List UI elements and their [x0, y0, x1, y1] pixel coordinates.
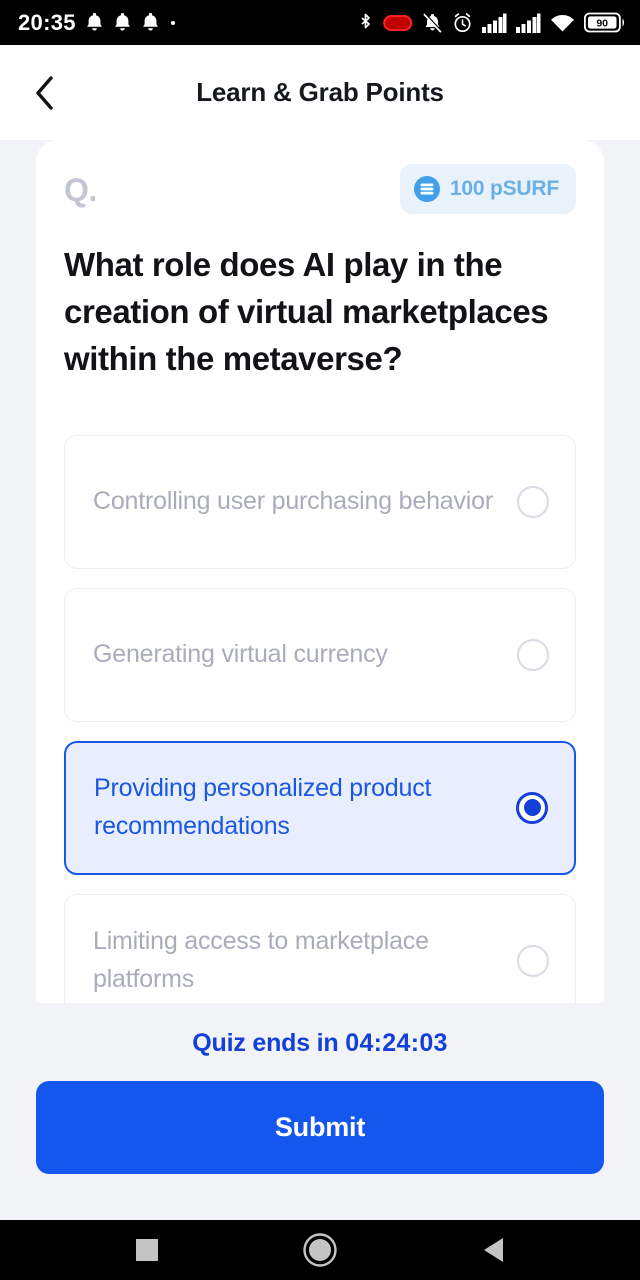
alarm-icon: [454, 12, 471, 32]
option-label: Generating virtual currency: [93, 639, 388, 668]
signal-bars-icon: [516, 13, 541, 33]
radio-button[interactable]: [517, 485, 549, 518]
quiz-footer: Quiz ends in 04:24:03 Submit: [0, 1003, 640, 1220]
status-bar-right: 90: [357, 12, 626, 34]
status-clock: 20:35: [18, 9, 76, 35]
quiz-card: Q. 100 pSURF What role does AI play in t…: [36, 140, 604, 1003]
bell-icon: [142, 13, 158, 31]
quiz-timer: Quiz ends in 04:24:03: [192, 1029, 447, 1058]
dot-icon: [170, 20, 175, 25]
quiz-card-header: Q. 100 pSURF: [64, 140, 576, 214]
option-label: Limiting access to marketplace platforms: [93, 927, 429, 993]
radio-button-checked[interactable]: [516, 791, 548, 824]
bell-icon: [86, 13, 102, 31]
status-bar-left: 20:35: [18, 10, 177, 36]
option-item[interactable]: Generating virtual currency: [64, 587, 576, 722]
options-list: Controlling user purchasing behavior Gen…: [64, 434, 576, 1003]
wifi-icon: [551, 14, 574, 32]
battery-icon: 90: [584, 12, 624, 33]
option-item[interactable]: Limiting access to marketplace platforms: [64, 893, 576, 1003]
status-bar: 20:35 90: [0, 0, 640, 45]
question-text: What role does AI play in the creation o…: [64, 246, 549, 377]
recents-button[interactable]: [117, 1220, 177, 1280]
radio-button[interactable]: [517, 944, 549, 977]
submit-button[interactable]: Submit: [36, 1081, 604, 1174]
bell-muted-icon: [423, 12, 443, 33]
svg-text:90: 90: [596, 17, 608, 29]
circle-icon: [303, 1233, 337, 1267]
square-icon: [135, 1239, 158, 1261]
radio-button[interactable]: [517, 638, 549, 671]
quiz-page: Q. 100 pSURF What role does AI play in t…: [0, 140, 640, 1220]
points-badge: 100 pSURF: [399, 164, 576, 214]
back-button[interactable]: [22, 70, 68, 116]
option-label: Controlling user purchasing behavior: [93, 486, 493, 515]
signal-bars-icon: [482, 13, 507, 33]
chevron-left-icon: [36, 75, 53, 110]
recording-pill-icon: [383, 14, 413, 31]
android-nav-bar: [0, 1220, 640, 1280]
app-header: Learn & Grab Points: [0, 45, 640, 140]
back-nav-button[interactable]: [463, 1220, 523, 1280]
page-title: Learn & Grab Points: [196, 77, 444, 107]
question-label: Q.: [64, 172, 97, 208]
home-button[interactable]: [290, 1220, 350, 1280]
coin-stack-icon: [413, 176, 440, 202]
option-item-selected[interactable]: Providing personalized product recommend…: [64, 740, 576, 875]
triangle-left-icon: [484, 1238, 504, 1262]
timer-label: Quiz ends in: [192, 1029, 339, 1057]
points-value: 100 pSURF: [449, 177, 559, 200]
option-label: Providing personalized product recommend…: [94, 774, 432, 840]
bell-icon: [114, 13, 130, 31]
option-item[interactable]: Controlling user purchasing behavior: [64, 434, 576, 569]
bluetooth-icon: [361, 13, 370, 28]
timer-value: 04:24:03: [345, 1029, 448, 1057]
